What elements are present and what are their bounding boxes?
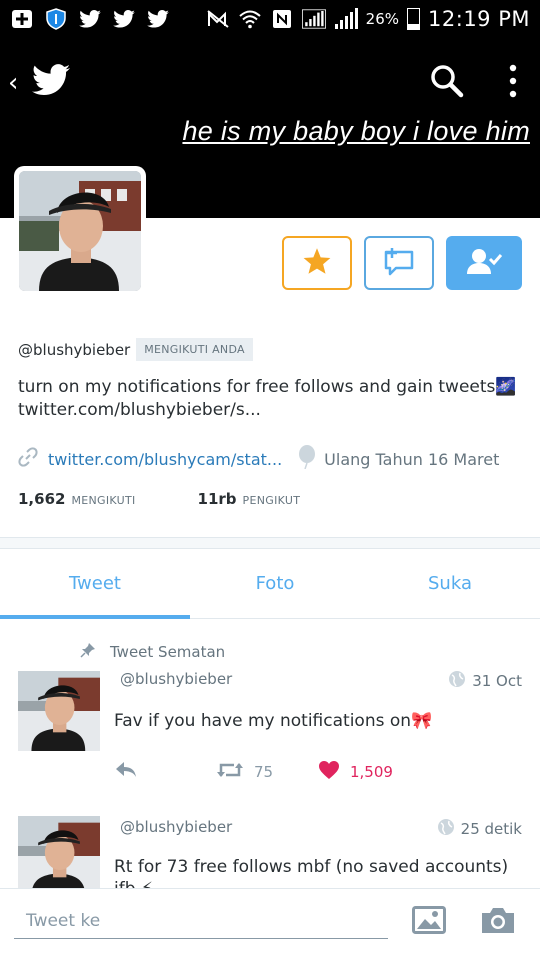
banner-caption: he is my baby boy i love him [182, 116, 530, 146]
twitter-bird-icon [78, 8, 102, 30]
search-icon[interactable] [430, 64, 464, 102]
tab-likes[interactable]: Suka [360, 549, 540, 618]
profile-bio: turn on my notifications for free follow… [18, 377, 517, 420]
battery-icon [407, 8, 421, 30]
profile-link[interactable]: twitter.com/blushycam/stat... [48, 450, 282, 469]
following-button[interactable] [446, 236, 522, 290]
battery-percent: 26% [365, 10, 400, 28]
pinned-label: Tweet Sematan [110, 643, 226, 661]
profile-meta: twitter.com/blushycam/stat... Ulang Tahu… [18, 445, 499, 473]
balloon-icon [298, 445, 316, 473]
reply-icon [114, 760, 138, 782]
section-divider [0, 537, 540, 549]
link-icon [18, 447, 38, 471]
followers-label[interactable]: PENGIKUT [243, 494, 301, 507]
pin-icon [80, 642, 96, 662]
user-check-icon [465, 247, 503, 279]
star-icon [302, 247, 332, 279]
followers-count[interactable]: 11rb [198, 490, 237, 508]
globe-icon [437, 818, 455, 840]
profile-tabs: Tweet Foto Suka [0, 549, 540, 619]
like-count: 1,509 [350, 763, 393, 781]
heart-icon [318, 760, 340, 784]
tweet-actions: 75 1,509 [114, 760, 514, 786]
twitter-logo-icon[interactable] [32, 64, 70, 100]
camera-icon[interactable] [480, 905, 516, 939]
tweet-compose-input[interactable]: Tweet ke [14, 907, 388, 939]
profile-avatar[interactable] [14, 166, 146, 296]
tweet-handle[interactable]: @blushybieber [120, 670, 232, 688]
tweet-avatar[interactable] [18, 671, 100, 751]
wifi-icon [238, 8, 262, 30]
profile-handle: @blushybieber [18, 340, 131, 359]
favorite-button[interactable] [282, 236, 352, 290]
tab-tweets[interactable]: Tweet [0, 549, 190, 619]
retweet-count: 75 [254, 763, 274, 781]
profile-handle-row: @blushybieber MENGIKUTI ANDA [18, 338, 253, 361]
following-count[interactable]: 1,662 [18, 490, 65, 508]
back-button[interactable]: ‹ [8, 68, 18, 98]
avatar-photo [19, 171, 141, 291]
tweet-handle[interactable]: @blushybieber [120, 818, 232, 836]
message-button[interactable] [364, 236, 434, 290]
overflow-menu-icon[interactable] [506, 64, 520, 102]
direct-message-icon [382, 246, 416, 280]
tweet-timestamp: 31 Oct [448, 670, 522, 692]
add-box-icon [10, 8, 34, 30]
retweet-button[interactable]: 75 [216, 760, 273, 784]
image-icon[interactable] [412, 905, 446, 939]
tweet-time: 31 Oct [472, 672, 522, 690]
signal-icon [301, 8, 326, 30]
retweet-icon [216, 760, 244, 784]
nfc-icon [270, 8, 294, 30]
tweet-text: Fav if you have my notifications on🎀 [114, 711, 433, 731]
profile-birthday: Ulang Tahun 16 Maret [324, 449, 500, 469]
pinned-indicator: Tweet Sematan [80, 642, 225, 662]
reply-button[interactable] [114, 760, 138, 782]
tweet-time: 25 detik [460, 820, 522, 838]
status-bar: 26% 12:19 PM [0, 0, 540, 38]
clock: 12:19 PM [428, 7, 530, 31]
signal-icon [334, 8, 358, 30]
compose-bar: Tweet ke [0, 888, 540, 960]
twitter-bird-icon [146, 8, 170, 30]
following-label[interactable]: MENGIKUTI [71, 494, 135, 507]
shield-icon [44, 8, 68, 30]
tab-photos[interactable]: Foto [190, 549, 360, 618]
profile-stats: 1,662 MENGIKUTI 11rb PENGIKUT [18, 490, 300, 508]
tweet-avatar[interactable] [18, 816, 100, 888]
globe-icon [448, 670, 466, 692]
twitter-bird-icon [112, 8, 136, 30]
tweet-timestamp: 25 detik [437, 818, 522, 840]
like-button[interactable]: 1,509 [318, 760, 393, 784]
mute-icon [206, 8, 230, 30]
follows-you-badge: MENGIKUTI ANDA [136, 338, 253, 361]
